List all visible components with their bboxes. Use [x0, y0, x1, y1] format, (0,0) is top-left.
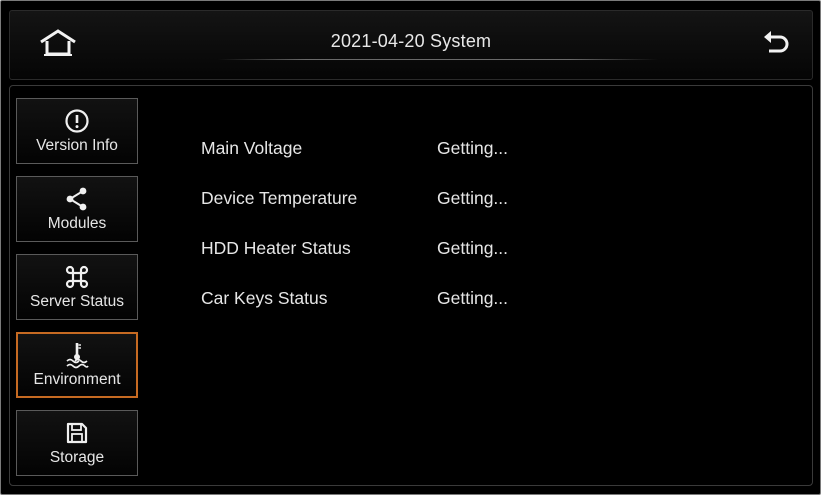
- sidebar: Version Info Modules Server Status Envir…: [16, 98, 142, 488]
- info-label: Car Keys Status: [201, 288, 328, 308]
- thermometer-waves-icon: [66, 343, 89, 369]
- info-label: Device Temperature: [201, 188, 358, 208]
- sidebar-item-server-status[interactable]: Server Status: [16, 254, 138, 320]
- sidebar-item-label: Environment: [33, 371, 121, 388]
- device-screen: 2021-04-20 System Version Info Modules S…: [0, 0, 821, 495]
- sidebar-item-label: Version Info: [36, 137, 118, 154]
- info-value: Getting...: [437, 138, 509, 158]
- command-icon: [65, 265, 89, 289]
- sidebar-item-version-info[interactable]: Version Info: [16, 98, 138, 164]
- sidebar-item-environment[interactable]: Environment: [16, 332, 138, 398]
- back-button[interactable]: [754, 23, 798, 63]
- back-arrow-icon: [764, 31, 789, 53]
- info-value: Getting...: [437, 238, 509, 258]
- sidebar-item-storage[interactable]: Storage: [16, 410, 138, 476]
- page-title: 2021-04-20 System: [330, 31, 492, 51]
- share-nodes-icon: [66, 187, 87, 211]
- info-label: Main Voltage: [201, 138, 303, 158]
- sidebar-item-label: Storage: [49, 449, 105, 466]
- sidebar-item-modules[interactable]: Modules: [16, 176, 138, 242]
- info-circle-icon: [65, 109, 89, 133]
- info-value: Getting...: [437, 188, 509, 208]
- floppy-disk-icon: [66, 422, 88, 444]
- sidebar-item-label: Modules: [47, 215, 107, 232]
- info-value: Getting...: [437, 288, 509, 308]
- title-underline: [218, 59, 658, 60]
- top-bar: 2021-04-20 System: [9, 10, 813, 80]
- info-label: HDD Heater Status: [201, 238, 351, 258]
- sidebar-item-label: Server Status: [30, 293, 124, 310]
